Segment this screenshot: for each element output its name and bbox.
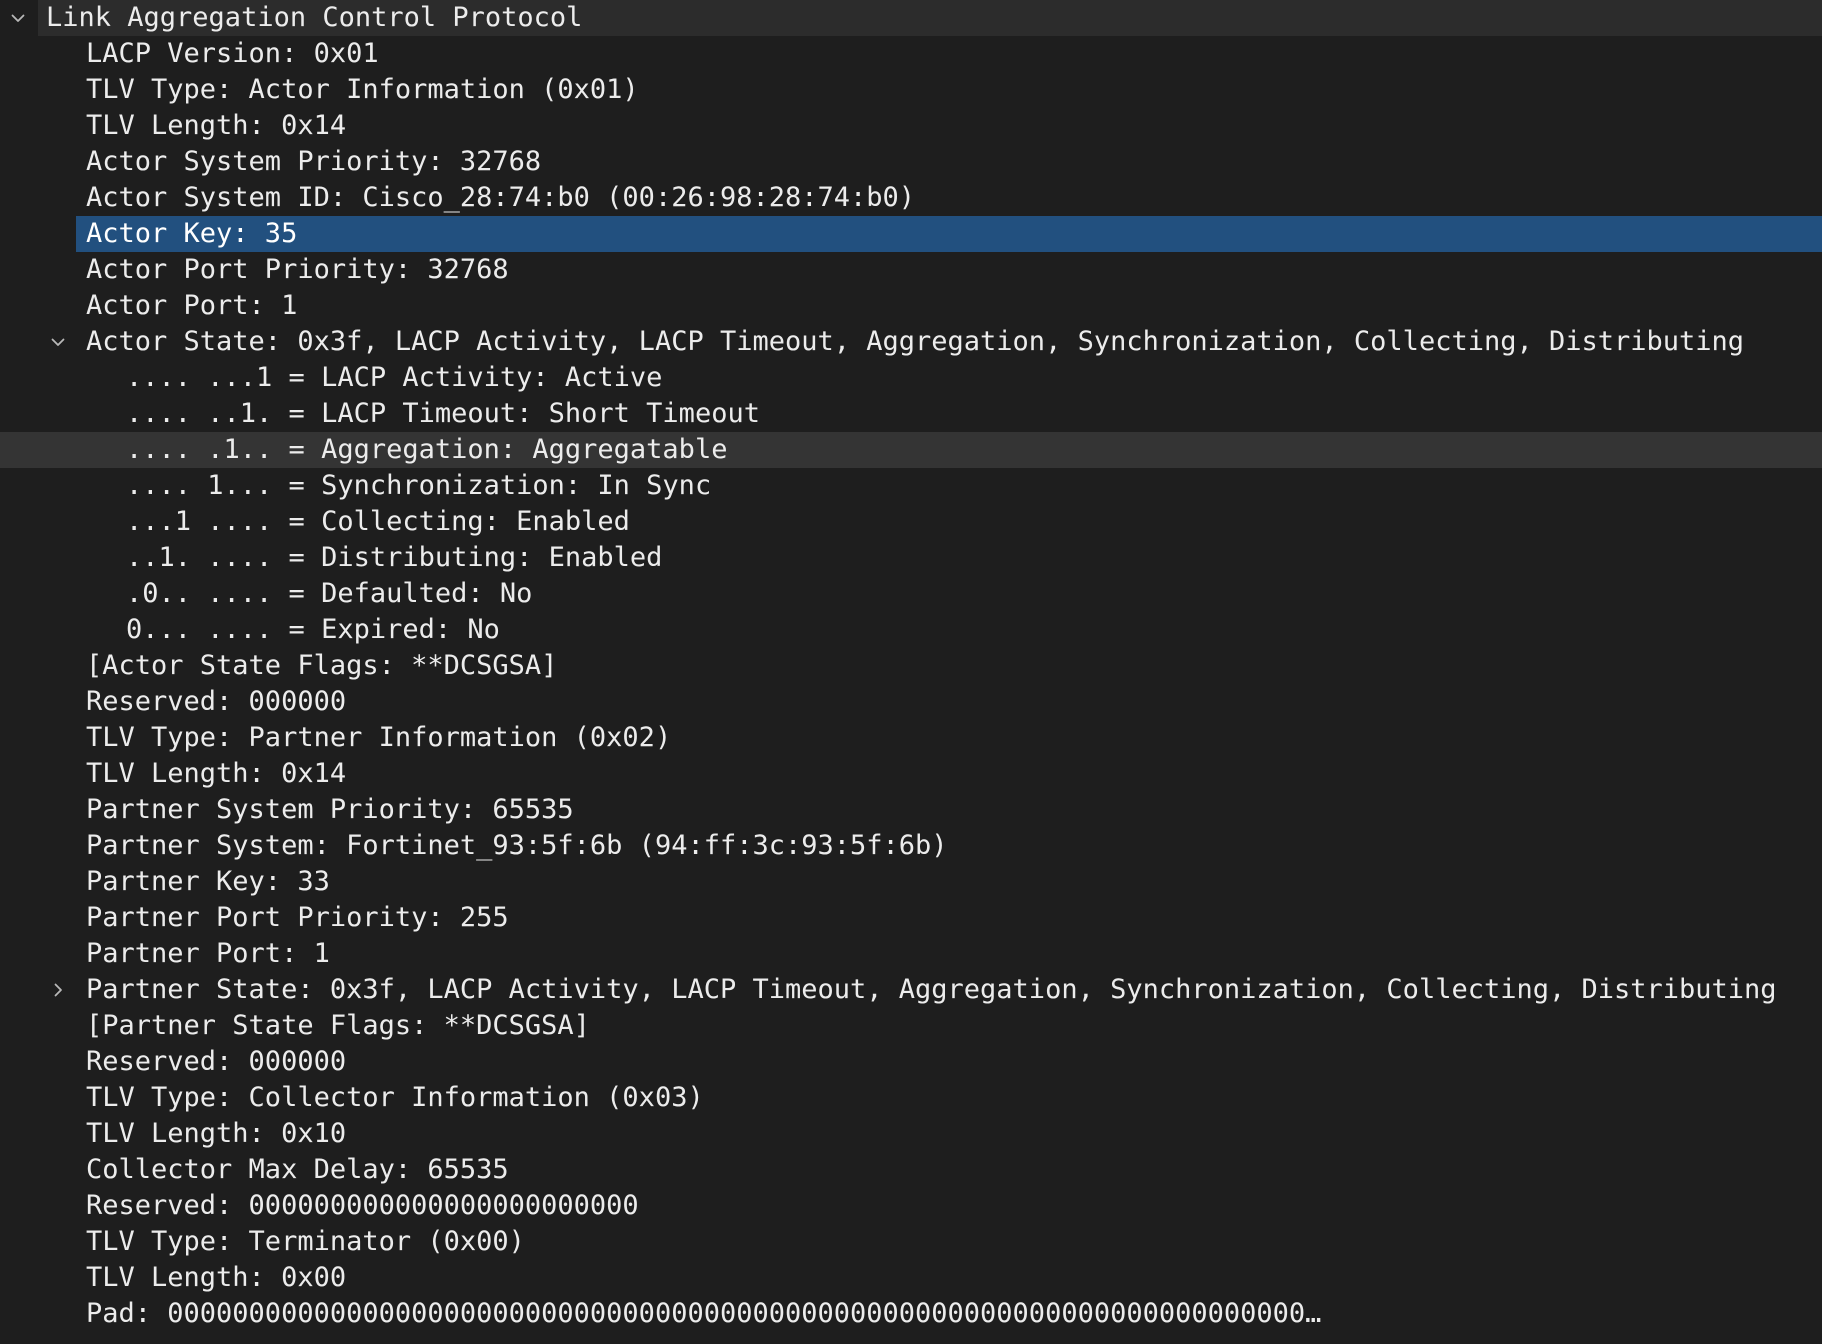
tree-row-aggregation-aggregatable[interactable]: .... .1.. = Aggregation: Aggregatable: [0, 432, 1822, 468]
tree-row-label: Actor Port: 1: [86, 290, 298, 321]
tree-row-label: Reserved: 000000000000000000000000: [86, 1190, 639, 1221]
tree-row-label: LACP Version: 0x01: [86, 38, 379, 69]
tree-row-actor-key-35[interactable]: Actor Key: 35: [0, 216, 1822, 252]
packet-details-tree: Link Aggregation Control Protocol LACP Ve…: [0, 0, 1822, 1344]
tree-row-label: Actor State: 0x3f, LACP Activity, LACP T…: [86, 326, 1745, 357]
chevron-down-icon[interactable]: [6, 0, 30, 36]
tree-row-label: Actor System Priority: 32768: [86, 146, 542, 177]
tree-row-label: Partner Port: 1: [86, 938, 330, 969]
tree-row-label: Reserved: 000000: [86, 686, 347, 717]
tree-row-tlv-type-collector-information-0x03[interactable]: TLV Type: Collector Information (0x03): [0, 1080, 1822, 1116]
tree-row-label: Collector Max Delay: 65535: [86, 1154, 509, 1185]
tree-row-partner-port-1[interactable]: Partner Port: 1: [0, 936, 1822, 972]
tree-row-label: Partner System: Fortinet_93:5f:6b (94:ff…: [86, 830, 948, 861]
tree-row-tlv-length-0x10[interactable]: TLV Length: 0x10: [0, 1116, 1822, 1152]
tree-row-label: .... ...1 = LACP Activity: Active: [126, 362, 663, 393]
tree-row-lacp-version-0x01[interactable]: LACP Version: 0x01: [0, 36, 1822, 72]
tree-row-label: Pad: 00000000000000000000000000000000000…: [86, 1298, 1322, 1329]
selected-highlight: [76, 216, 1822, 252]
tree-row-lacp-activity-active[interactable]: .... ...1 = LACP Activity: Active: [0, 360, 1822, 396]
tree-row-actor-state-0x3f-lacp-activity-lacp-time[interactable]: Actor State: 0x3f, LACP Activity, LACP T…: [0, 324, 1822, 360]
tree-row-label: .... ..1. = LACP Timeout: Short Timeout: [126, 398, 760, 429]
tree-row-collecting-enabled[interactable]: ...1 .... = Collecting: Enabled: [0, 504, 1822, 540]
tree-row-label: .... .1.. = Aggregation: Aggregatable: [126, 434, 728, 465]
tree-row-label: TLV Type: Terminator (0x00): [86, 1226, 525, 1257]
tree-row-label: TLV Type: Partner Information (0x02): [86, 722, 672, 753]
tree-row-label: TLV Length: 0x00: [86, 1262, 347, 1293]
tree-row-actor-state-flags-dcsgsa[interactable]: [Actor State Flags: **DCSGSA]: [0, 648, 1822, 684]
tree-row-partner-system-fortinet-93-5f-6b-94-ff-3[interactable]: Partner System: Fortinet_93:5f:6b (94:ff…: [0, 828, 1822, 864]
tree-row-label: Partner System Priority: 65535: [86, 794, 574, 825]
tree-row-tlv-type-actor-information-0x01[interactable]: TLV Type: Actor Information (0x01): [0, 72, 1822, 108]
tree-row-reserved-000000[interactable]: Reserved: 000000: [0, 1044, 1822, 1080]
tree-row-synchronization-in-sync[interactable]: .... 1... = Synchronization: In Sync: [0, 468, 1822, 504]
tree-row-label: TLV Length: 0x10: [86, 1118, 347, 1149]
tree-row-tlv-length-0x14[interactable]: TLV Length: 0x14: [0, 756, 1822, 792]
tree-row-label: TLV Length: 0x14: [86, 758, 347, 789]
tree-row-actor-system-id-cisco-28-74-b0-00-26-98-[interactable]: Actor System ID: Cisco_28:74:b0 (00:26:9…: [0, 180, 1822, 216]
tree-row-label: Actor System ID: Cisco_28:74:b0 (00:26:9…: [86, 182, 916, 213]
tree-row-tlv-length-0x00[interactable]: TLV Length: 0x00: [0, 1260, 1822, 1296]
chevron-right-icon[interactable]: [46, 972, 70, 1008]
tree-row-label: TLV Type: Actor Information (0x01): [86, 74, 639, 105]
tree-row-partner-key-33[interactable]: Partner Key: 33: [0, 864, 1822, 900]
tree-row-lacp-timeout-short-timeout[interactable]: .... ..1. = LACP Timeout: Short Timeout: [0, 396, 1822, 432]
tree-row-label: ...1 .... = Collecting: Enabled: [126, 506, 630, 537]
tree-row-partner-state-0x3f-lacp-activity-lacp-ti[interactable]: Partner State: 0x3f, LACP Activity, LACP…: [0, 972, 1822, 1008]
tree-row-label: [Actor State Flags: **DCSGSA]: [86, 650, 558, 681]
tree-row-label: Actor Key: 35: [86, 218, 298, 249]
tree-row-actor-system-priority-32768[interactable]: Actor System Priority: 32768: [0, 144, 1822, 180]
tree-row-link-aggregation-control-protocol[interactable]: Link Aggregation Control Protocol: [0, 0, 1822, 36]
tree-row-label: 0... .... = Expired: No: [126, 614, 500, 645]
tree-row-collector-max-delay-65535[interactable]: Collector Max Delay: 65535: [0, 1152, 1822, 1188]
tree-row-partner-system-priority-65535[interactable]: Partner System Priority: 65535: [0, 792, 1822, 828]
tree-row-label: Link Aggregation Control Protocol: [46, 2, 583, 33]
tree-row-partner-port-priority-255[interactable]: Partner Port Priority: 255: [0, 900, 1822, 936]
tree-row-label: .0.. .... = Defaulted: No: [126, 578, 533, 609]
chevron-down-icon[interactable]: [46, 324, 70, 360]
tree-row-tlv-length-0x14[interactable]: TLV Length: 0x14: [0, 108, 1822, 144]
tree-row-actor-port-1[interactable]: Actor Port: 1: [0, 288, 1822, 324]
tree-row-pad-000000000000000000000000000000000000[interactable]: Pad: 00000000000000000000000000000000000…: [0, 1296, 1822, 1332]
tree-row-label: Actor Port Priority: 32768: [86, 254, 509, 285]
tree-row-partner-state-flags-dcsgsa[interactable]: [Partner State Flags: **DCSGSA]: [0, 1008, 1822, 1044]
tree-row-label: TLV Type: Collector Information (0x03): [86, 1082, 704, 1113]
tree-row-tlv-type-terminator-0x00[interactable]: TLV Type: Terminator (0x00): [0, 1224, 1822, 1260]
tree-row-label: ..1. .... = Distributing: Enabled: [126, 542, 663, 573]
tree-row-label: Partner Key: 33: [86, 866, 330, 897]
tree-row-label: Partner State: 0x3f, LACP Activity, LACP…: [86, 974, 1777, 1005]
tree-row-expired-no[interactable]: 0... .... = Expired: No: [0, 612, 1822, 648]
tree-row-distributing-enabled[interactable]: ..1. .... = Distributing: Enabled: [0, 540, 1822, 576]
tree-row-actor-port-priority-32768[interactable]: Actor Port Priority: 32768: [0, 252, 1822, 288]
tree-row-reserved-000000[interactable]: Reserved: 000000: [0, 684, 1822, 720]
tree-row-label: TLV Length: 0x14: [86, 110, 347, 141]
tree-row-label: Reserved: 000000: [86, 1046, 347, 1077]
tree-row-label: Partner Port Priority: 255: [86, 902, 509, 933]
tree-row-label: [Partner State Flags: **DCSGSA]: [86, 1010, 590, 1041]
tree-row-label: .... 1... = Synchronization: In Sync: [126, 470, 712, 501]
tree-row-defaulted-no[interactable]: .0.. .... = Defaulted: No: [0, 576, 1822, 612]
tree-row-reserved-000000000000000000000000[interactable]: Reserved: 000000000000000000000000: [0, 1188, 1822, 1224]
tree-row-tlv-type-partner-information-0x02[interactable]: TLV Type: Partner Information (0x02): [0, 720, 1822, 756]
